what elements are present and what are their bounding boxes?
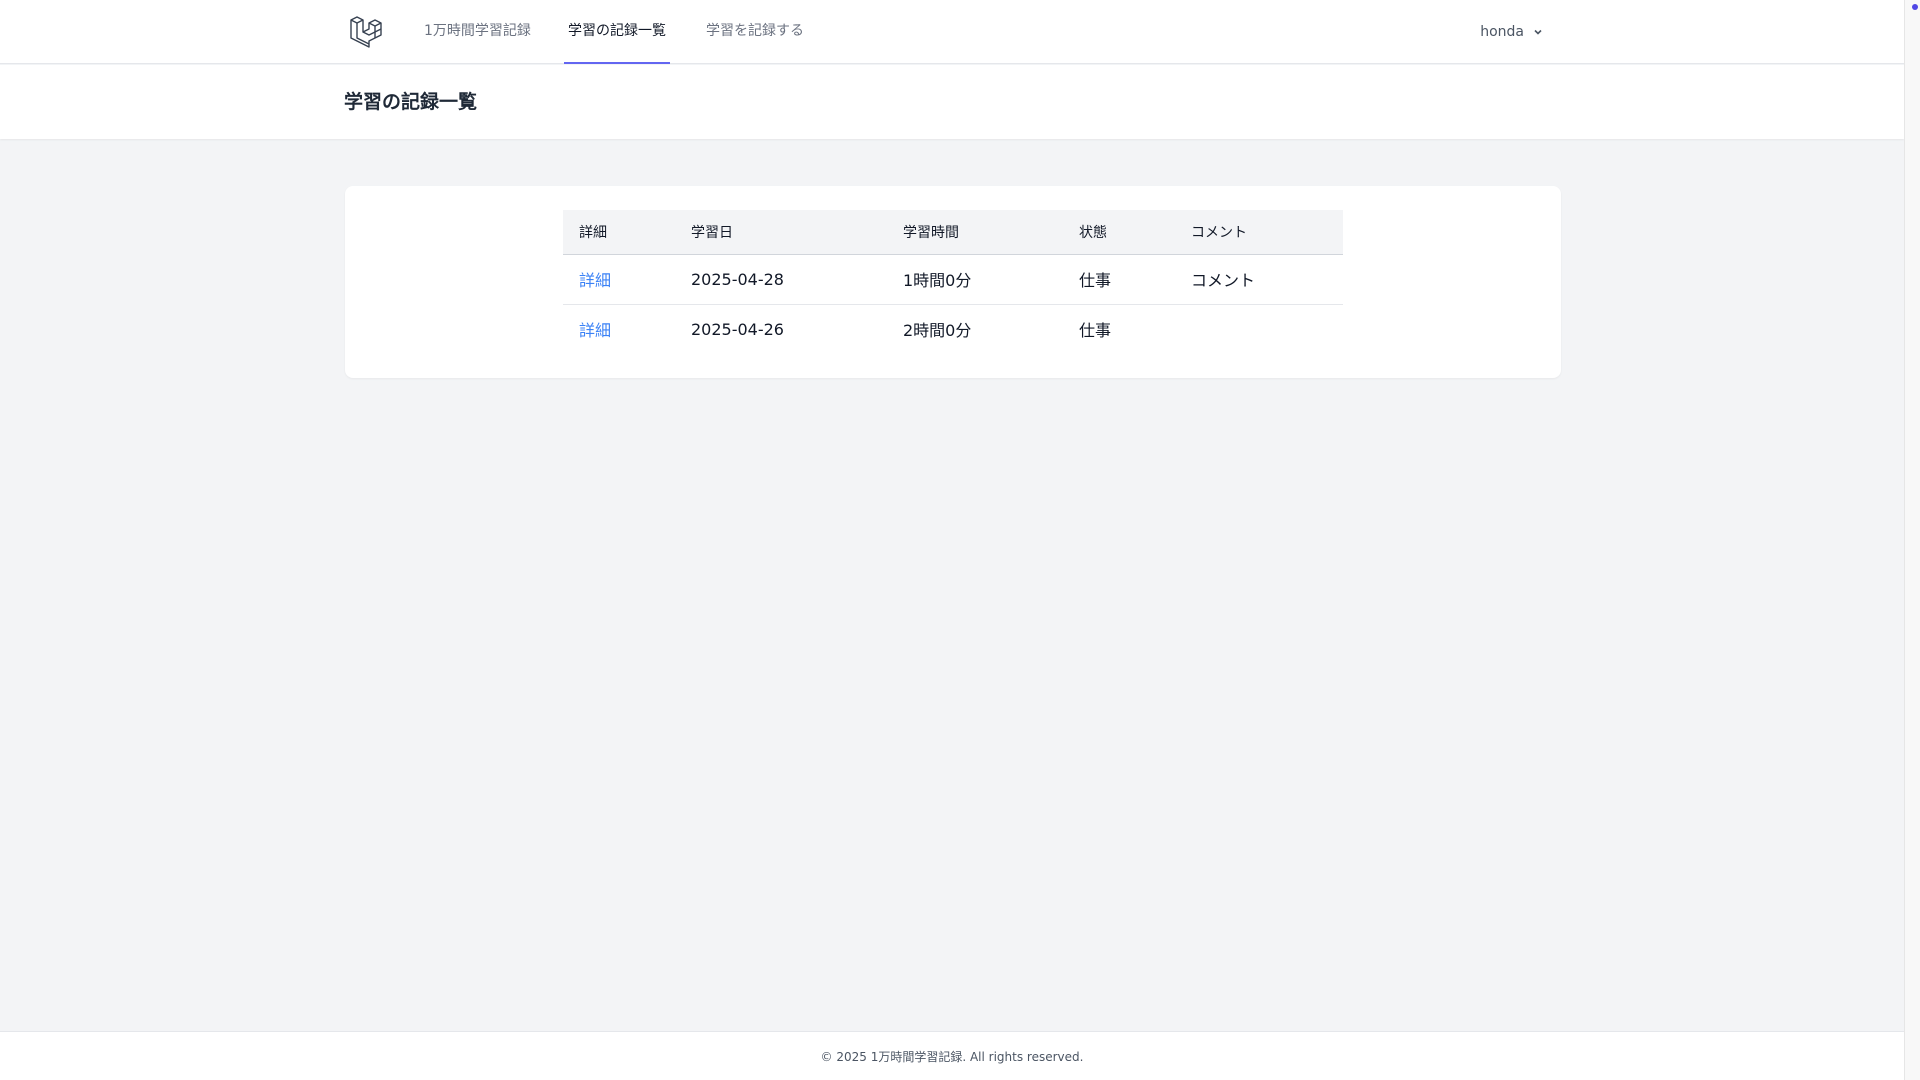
footer-copyright: © 2025 1万時間学習記録. All rights reserved. [820,1050,1084,1064]
column-header-detail: 詳細 [563,210,675,255]
column-header-duration: 学習時間 [887,210,1063,255]
app-logo-icon[interactable] [348,14,382,48]
duration-cell: 1時間0分 [887,254,1063,305]
page-title: 学習の記録一覧 [344,91,478,113]
user-menu-dropdown[interactable]: honda [1480,0,1544,64]
table-row: 詳細 2025-04-26 2時間0分 仕事 [563,304,1343,354]
date-cell: 2025-04-28 [675,254,887,305]
chevron-down-icon [1534,29,1542,35]
detail-link[interactable]: 詳細 [579,321,611,340]
detail-cell: 詳細 [563,254,675,305]
comment-cell [1175,304,1343,354]
page-header: 学習の記録一覧 [0,65,1904,139]
detail-link[interactable]: 詳細 [579,271,611,290]
vertical-scrollbar[interactable] [1904,0,1920,1080]
records-table: 詳細 学習日 学習時間 状態 コメント 詳細 2025-04-28 1時間0分 … [563,210,1343,354]
status-cell: 仕事 [1079,321,1112,341]
duration-cell: 2時間0分 [903,321,972,341]
scroll-indicator [1912,4,1918,10]
user-name: honda [1480,24,1524,40]
top-navigation: 1万時間学習記録 学習の記録一覧 学習を記録する honda [0,0,1904,64]
records-card: 詳細 学習日 学習時間 状態 コメント 詳細 2025-04-28 1時間0分 … [345,186,1561,378]
detail-cell: 詳細 [563,304,675,354]
table-header-row: 詳細 学習日 学習時間 状態 コメント [563,210,1343,255]
column-header-comment: コメント [1175,210,1343,255]
column-header-date: 学習日 [675,210,887,255]
nav-inner: 1万時間学習記録 学習の記録一覧 学習を記録する honda [344,0,1560,64]
table-row: 詳細 2025-04-28 1時間0分 仕事 コメント [563,254,1343,305]
status-cell: 仕事 [1063,254,1175,305]
page: 1万時間学習記録 学習の記録一覧 学習を記録する honda 学習の記録一覧 詳… [0,0,1904,1080]
page-footer: © 2025 1万時間学習記録. All rights reserved. [0,1031,1904,1080]
nav-link-records-list[interactable]: 学習の記録一覧 [564,0,670,64]
nav-link-add-record[interactable]: 学習を記録する [706,0,804,64]
date-cell: 2025-04-26 [691,319,784,339]
column-header-status: 状態 [1063,210,1175,255]
nav-link-home[interactable]: 1万時間学習記録 [424,0,531,64]
comment-cell: コメント [1175,254,1343,305]
